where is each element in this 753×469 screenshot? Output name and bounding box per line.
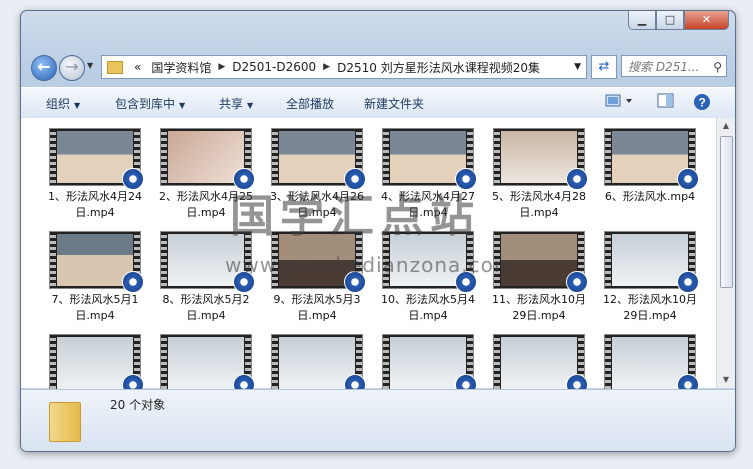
chevron-down-icon: ▼: [179, 101, 186, 110]
film-strip: [494, 129, 500, 185]
video-thumbnail: [271, 334, 366, 396]
media-player-icon: [566, 168, 588, 190]
scroll-down-icon[interactable]: ▼: [717, 372, 735, 388]
file-item[interactable]: 9、形法风水5月3日.mp4: [269, 231, 366, 334]
svg-text:?: ?: [699, 96, 706, 110]
details-pane: 20 个对象: [21, 389, 735, 451]
address-dropdown-icon[interactable]: ▼: [574, 62, 581, 72]
history-dropdown-icon[interactable]: ▼: [87, 61, 93, 70]
item-count: 20 个对象: [110, 398, 166, 412]
minimize-button[interactable]: ▁: [628, 11, 656, 30]
video-thumbnail: [493, 334, 588, 396]
breadcrumb-overflow[interactable]: «: [129, 60, 146, 74]
share-button[interactable]: 共享 ▼: [219, 95, 253, 112]
video-thumbnail: [49, 231, 144, 293]
search-icon[interactable]: ⚲: [713, 56, 722, 78]
file-item[interactable]: 8、形法风水5月2日.mp4: [158, 231, 255, 334]
film-strip: [161, 129, 167, 185]
film-strip: [605, 232, 611, 288]
video-thumbnail: [604, 128, 699, 190]
video-thumbnail: [604, 334, 699, 396]
back-button[interactable]: ←: [31, 55, 57, 81]
media-player-icon: [122, 271, 144, 293]
chevron-down-icon: ▼: [247, 101, 254, 110]
search-placeholder: 搜索 D251...: [628, 60, 700, 74]
share-label: 共享: [219, 97, 244, 111]
command-bar: 组织 ▼ 包含到库中 ▼ 共享 ▼ 全部播放 新建文件夹 ?: [21, 87, 735, 119]
video-thumbnail: [382, 128, 477, 190]
video-thumbnail: [604, 231, 699, 293]
watermark-title: 国学汇点站: [230, 191, 480, 242]
film-strip: [161, 232, 167, 288]
media-player-icon: [122, 168, 144, 190]
new-folder-button[interactable]: 新建文件夹: [364, 95, 424, 112]
address-row: ← → ▼ « 国学资料馆 ▶ D2501-D2600 ▶ D2510 刘方星形…: [27, 53, 729, 81]
file-item[interactable]: 7、形法风水5月1日.mp4: [47, 231, 144, 334]
file-name: 7、形法风水5月1日.mp4: [51, 293, 139, 322]
file-name: 10、形法风水5月4日.mp4: [381, 293, 475, 322]
chevron-down-icon: ▼: [74, 101, 81, 110]
search-input[interactable]: 搜索 D251... ⚲: [621, 55, 727, 77]
caption-buttons: ▁ □ ✕: [628, 11, 729, 30]
film-strip: [272, 129, 278, 185]
folder-icon: [107, 60, 123, 74]
folder-icon: [49, 402, 81, 442]
watermark-url: www.guoxhedianzona.com: [225, 253, 515, 277]
film-strip: [383, 129, 389, 185]
video-thumbnail: [271, 128, 366, 190]
breadcrumb-item[interactable]: 国学资料馆: [146, 59, 216, 76]
film-strip: [605, 335, 611, 391]
file-item[interactable]: 10、形法风水5月4日.mp4: [380, 231, 477, 334]
media-player-icon: [677, 271, 699, 293]
film-strip: [605, 129, 611, 185]
video-thumbnail: [49, 334, 144, 396]
film-strip: [494, 335, 500, 391]
film-strip: [50, 232, 56, 288]
file-item[interactable]: 5、形法风水4月28日.mp4: [491, 128, 588, 231]
chevron-right-icon[interactable]: ▶: [321, 62, 332, 72]
video-thumbnail: [493, 128, 588, 190]
chevron-right-icon[interactable]: ▶: [216, 62, 227, 72]
file-item[interactable]: 12、形法风水10月29日.mp4: [602, 231, 699, 334]
file-name: 5、形法风水4月28日.mp4: [492, 190, 586, 219]
organize-button[interactable]: 组织 ▼: [46, 95, 80, 112]
breadcrumb-item[interactable]: D2501-D2600: [227, 60, 321, 74]
film-strip: [161, 335, 167, 391]
file-item[interactable]: 6、形法风水.mp4: [602, 128, 699, 231]
media-player-icon: [677, 168, 699, 190]
include-library-button[interactable]: 包含到库中 ▼: [115, 95, 185, 112]
maximize-button[interactable]: □: [656, 11, 684, 30]
file-item[interactable]: 1、形法风水4月24日.mp4: [47, 128, 144, 231]
video-thumbnail: [160, 128, 255, 190]
organize-label: 组织: [46, 97, 71, 111]
media-player-icon: [566, 271, 588, 293]
file-name: 12、形法风水10月29日.mp4: [603, 293, 697, 322]
refresh-button[interactable]: ⇄: [591, 55, 617, 79]
address-bar[interactable]: « 国学资料馆 ▶ D2501-D2600 ▶ D2510 刘方星形法风水课程视…: [101, 55, 587, 79]
file-name: 6、形法风水.mp4: [604, 190, 696, 203]
film-strip: [50, 129, 56, 185]
preview-pane-icon[interactable]: [657, 93, 675, 112]
scroll-thumb[interactable]: [720, 136, 733, 288]
help-icon[interactable]: ?: [693, 93, 711, 114]
play-all-button[interactable]: 全部播放: [286, 95, 334, 112]
video-thumbnail: [382, 334, 477, 396]
video-thumbnail: [49, 128, 144, 190]
scroll-up-icon[interactable]: ▲: [717, 118, 735, 134]
video-thumbnail: [160, 334, 255, 396]
film-strip: [383, 335, 389, 391]
file-name: 9、形法风水5月3日.mp4: [273, 293, 361, 322]
file-name: 11、形法风水10月29日.mp4: [492, 293, 586, 322]
forward-button[interactable]: →: [59, 55, 85, 81]
film-strip: [50, 335, 56, 391]
file-name: 8、形法风水5月2日.mp4: [162, 293, 250, 322]
file-name: 1、形法风水4月24日.mp4: [48, 190, 142, 219]
view-options-icon[interactable]: [605, 93, 635, 112]
include-library-label: 包含到库中: [115, 97, 176, 111]
breadcrumb-item[interactable]: D2510 刘方星形法风水课程视频20集: [332, 59, 545, 76]
file-item[interactable]: 11、形法风水10月29日.mp4: [491, 231, 588, 334]
film-strip: [272, 335, 278, 391]
vertical-scrollbar[interactable]: ▲ ▼: [716, 118, 735, 388]
close-button[interactable]: ✕: [684, 11, 729, 30]
